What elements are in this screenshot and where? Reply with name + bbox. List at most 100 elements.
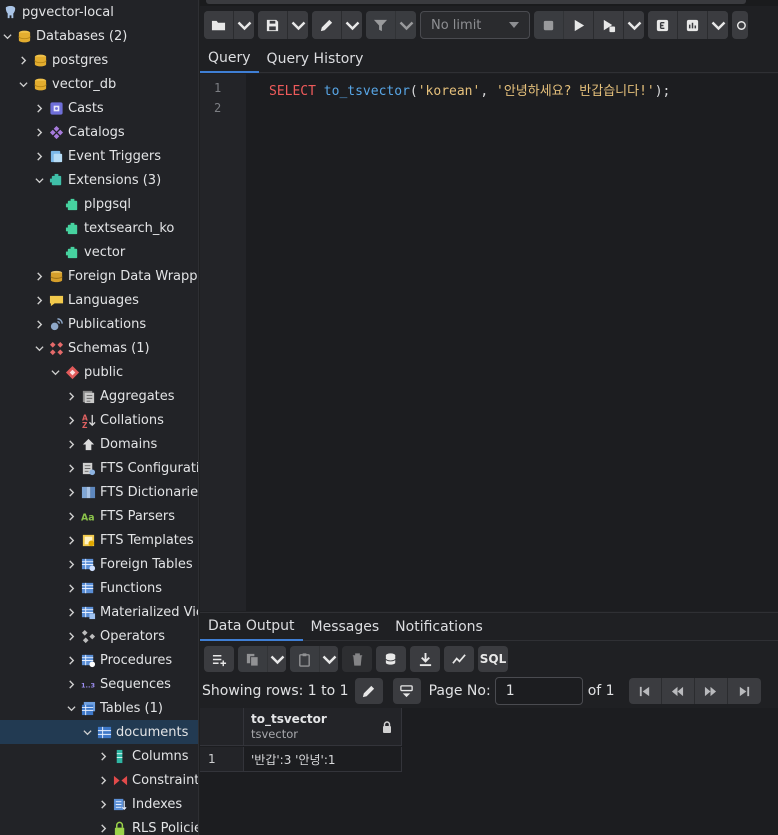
chevron-down-icon[interactable] [32, 168, 46, 192]
chevron-right-icon[interactable] [96, 744, 110, 768]
explain-dropdown[interactable] [708, 11, 728, 39]
copy-button[interactable] [238, 646, 268, 672]
chevron-right-icon[interactable] [32, 120, 46, 144]
save-file-button[interactable] [258, 11, 288, 39]
tree-item-constraints[interactable]: Constraints [0, 768, 198, 792]
tree-item-plpgsql[interactable]: plpgsql [0, 192, 198, 216]
tree-item-procedures[interactable]: Procedures [0, 648, 198, 672]
chevron-down-icon[interactable] [64, 696, 78, 720]
tree-item-fts-templates[interactable]: FTS Templates [0, 528, 198, 552]
next-page-button[interactable] [694, 678, 728, 704]
chevron-right-icon[interactable] [64, 624, 78, 648]
chevron-right-icon[interactable] [32, 288, 46, 312]
tab-query-history[interactable]: Query History [259, 44, 372, 73]
open-file-button[interactable] [204, 11, 234, 39]
tree-item-domains[interactable]: Domains [0, 432, 198, 456]
tree-item-tables-1[interactable]: Tables (1) [0, 696, 198, 720]
chevron-right-icon[interactable] [32, 96, 46, 120]
sql-editor[interactable]: 1 2 SELECT to_tsvector('korean', '안녕하세요?… [200, 74, 778, 611]
row-limit-select[interactable]: No limit [420, 11, 530, 39]
chevron-right-icon[interactable] [64, 408, 78, 432]
chevron-right-icon[interactable] [64, 648, 78, 672]
chevron-right-icon[interactable] [96, 816, 110, 835]
chevron-right-icon[interactable] [64, 552, 78, 576]
tree-item-rls-policies[interactable]: RLS Policies [0, 816, 198, 835]
chevron-down-icon[interactable] [16, 72, 30, 96]
tree-item-casts[interactable]: Casts [0, 96, 198, 120]
tree-item-textsearch-ko[interactable]: textsearch_ko [0, 216, 198, 240]
tree-item-aggregates[interactable]: Aggregates [0, 384, 198, 408]
explain-button[interactable] [648, 11, 678, 39]
tree-item-materialized-views[interactable]: Materialized Views [0, 600, 198, 624]
graph-visualiser-button[interactable] [444, 646, 474, 672]
tree-item-sequences[interactable]: 1..3 Sequences [0, 672, 198, 696]
last-page-button[interactable] [727, 678, 761, 704]
edit-dropdown[interactable] [342, 11, 362, 39]
tab-data-output[interactable]: Data Output [200, 613, 303, 641]
tree-item-foreign-data-wrappers[interactable]: Foreign Data Wrappers [0, 264, 198, 288]
chevron-right-icon[interactable] [64, 504, 78, 528]
tree-item-foreign-tables[interactable]: Foreign Tables [0, 552, 198, 576]
delete-row-button[interactable] [342, 646, 372, 672]
chevron-right-icon[interactable] [64, 456, 78, 480]
add-row-button[interactable] [204, 646, 234, 672]
chevron-down-icon[interactable] [0, 24, 14, 48]
grid-corner[interactable] [200, 708, 244, 746]
chevron-right-icon[interactable] [96, 768, 110, 792]
chevron-right-icon[interactable] [64, 432, 78, 456]
previous-page-button[interactable] [661, 678, 695, 704]
tree-item-columns[interactable]: Columns [0, 744, 198, 768]
tree-item-vector-db[interactable]: vector_db [0, 72, 198, 96]
tree-item-event-triggers[interactable]: Event Triggers [0, 144, 198, 168]
horizontal-scrollbar[interactable] [206, 0, 746, 4]
chevron-right-icon[interactable] [16, 48, 30, 72]
tree-item-collations[interactable]: A Z Collations [0, 408, 198, 432]
chevron-right-icon[interactable] [64, 576, 78, 600]
paste-button[interactable] [290, 646, 320, 672]
tree-item-languages[interactable]: Languages [0, 288, 198, 312]
tree-item-documents[interactable]: documents [0, 720, 198, 744]
tab-query[interactable]: Query [200, 44, 259, 73]
chevron-right-icon[interactable] [64, 384, 78, 408]
execute-button[interactable] [564, 11, 594, 39]
download-button[interactable] [410, 646, 440, 672]
table-cell[interactable]: '반갑':3 '안녕':1 [244, 747, 402, 772]
chevron-down-icon[interactable] [48, 360, 62, 384]
column-header[interactable]: to_tsvector tsvector [244, 708, 402, 746]
chevron-right-icon[interactable] [32, 264, 46, 288]
tree-item-operators[interactable]: Operators [0, 624, 198, 648]
tree-item-fts-parsers[interactable]: Aa FTS Parsers [0, 504, 198, 528]
chevron-down-icon[interactable] [32, 336, 46, 360]
first-page-button[interactable] [628, 678, 662, 704]
tab-messages[interactable]: Messages [303, 613, 388, 641]
save-file-dropdown[interactable] [288, 11, 308, 39]
chevron-right-icon[interactable] [64, 600, 78, 624]
chevron-right-icon[interactable] [64, 672, 78, 696]
tree-item-publications[interactable]: Publications [0, 312, 198, 336]
stop-button[interactable] [534, 11, 564, 39]
sql-button[interactable]: SQL [478, 646, 508, 672]
tree-item-pgvector-local[interactable]: pgvector-local [0, 0, 198, 24]
explain-analyze-button[interactable] [678, 11, 708, 39]
tree-item-fts-dictionaries[interactable]: FTS Dictionaries [0, 480, 198, 504]
tree-item-functions[interactable]: Functions [0, 576, 198, 600]
tree-item-vector[interactable]: vector [0, 240, 198, 264]
page-number-input[interactable]: 1 [494, 677, 583, 705]
execute-dropdown[interactable] [624, 11, 644, 39]
tree-item-databases-2[interactable]: Databases (2) [0, 24, 198, 48]
open-file-dropdown[interactable] [234, 11, 254, 39]
chevron-right-icon[interactable] [32, 312, 46, 336]
copy-dropdown[interactable] [268, 646, 286, 672]
edit-rows-button[interactable] [354, 678, 383, 704]
tree-item-public[interactable]: public [0, 360, 198, 384]
more-button[interactable] [732, 11, 748, 39]
filter-dropdown[interactable] [396, 11, 416, 39]
filter-button[interactable] [366, 11, 396, 39]
tree-item-catalogs[interactable]: Catalogs [0, 120, 198, 144]
chevron-right-icon[interactable] [96, 792, 110, 816]
tree-item-schemas-1[interactable]: Schemas (1) [0, 336, 198, 360]
execute-script-button[interactable] [594, 11, 624, 39]
chevron-right-icon[interactable] [32, 144, 46, 168]
chevron-down-icon[interactable] [80, 720, 94, 744]
tree-item-fts-configurations[interactable]: FTS Configurations [0, 456, 198, 480]
